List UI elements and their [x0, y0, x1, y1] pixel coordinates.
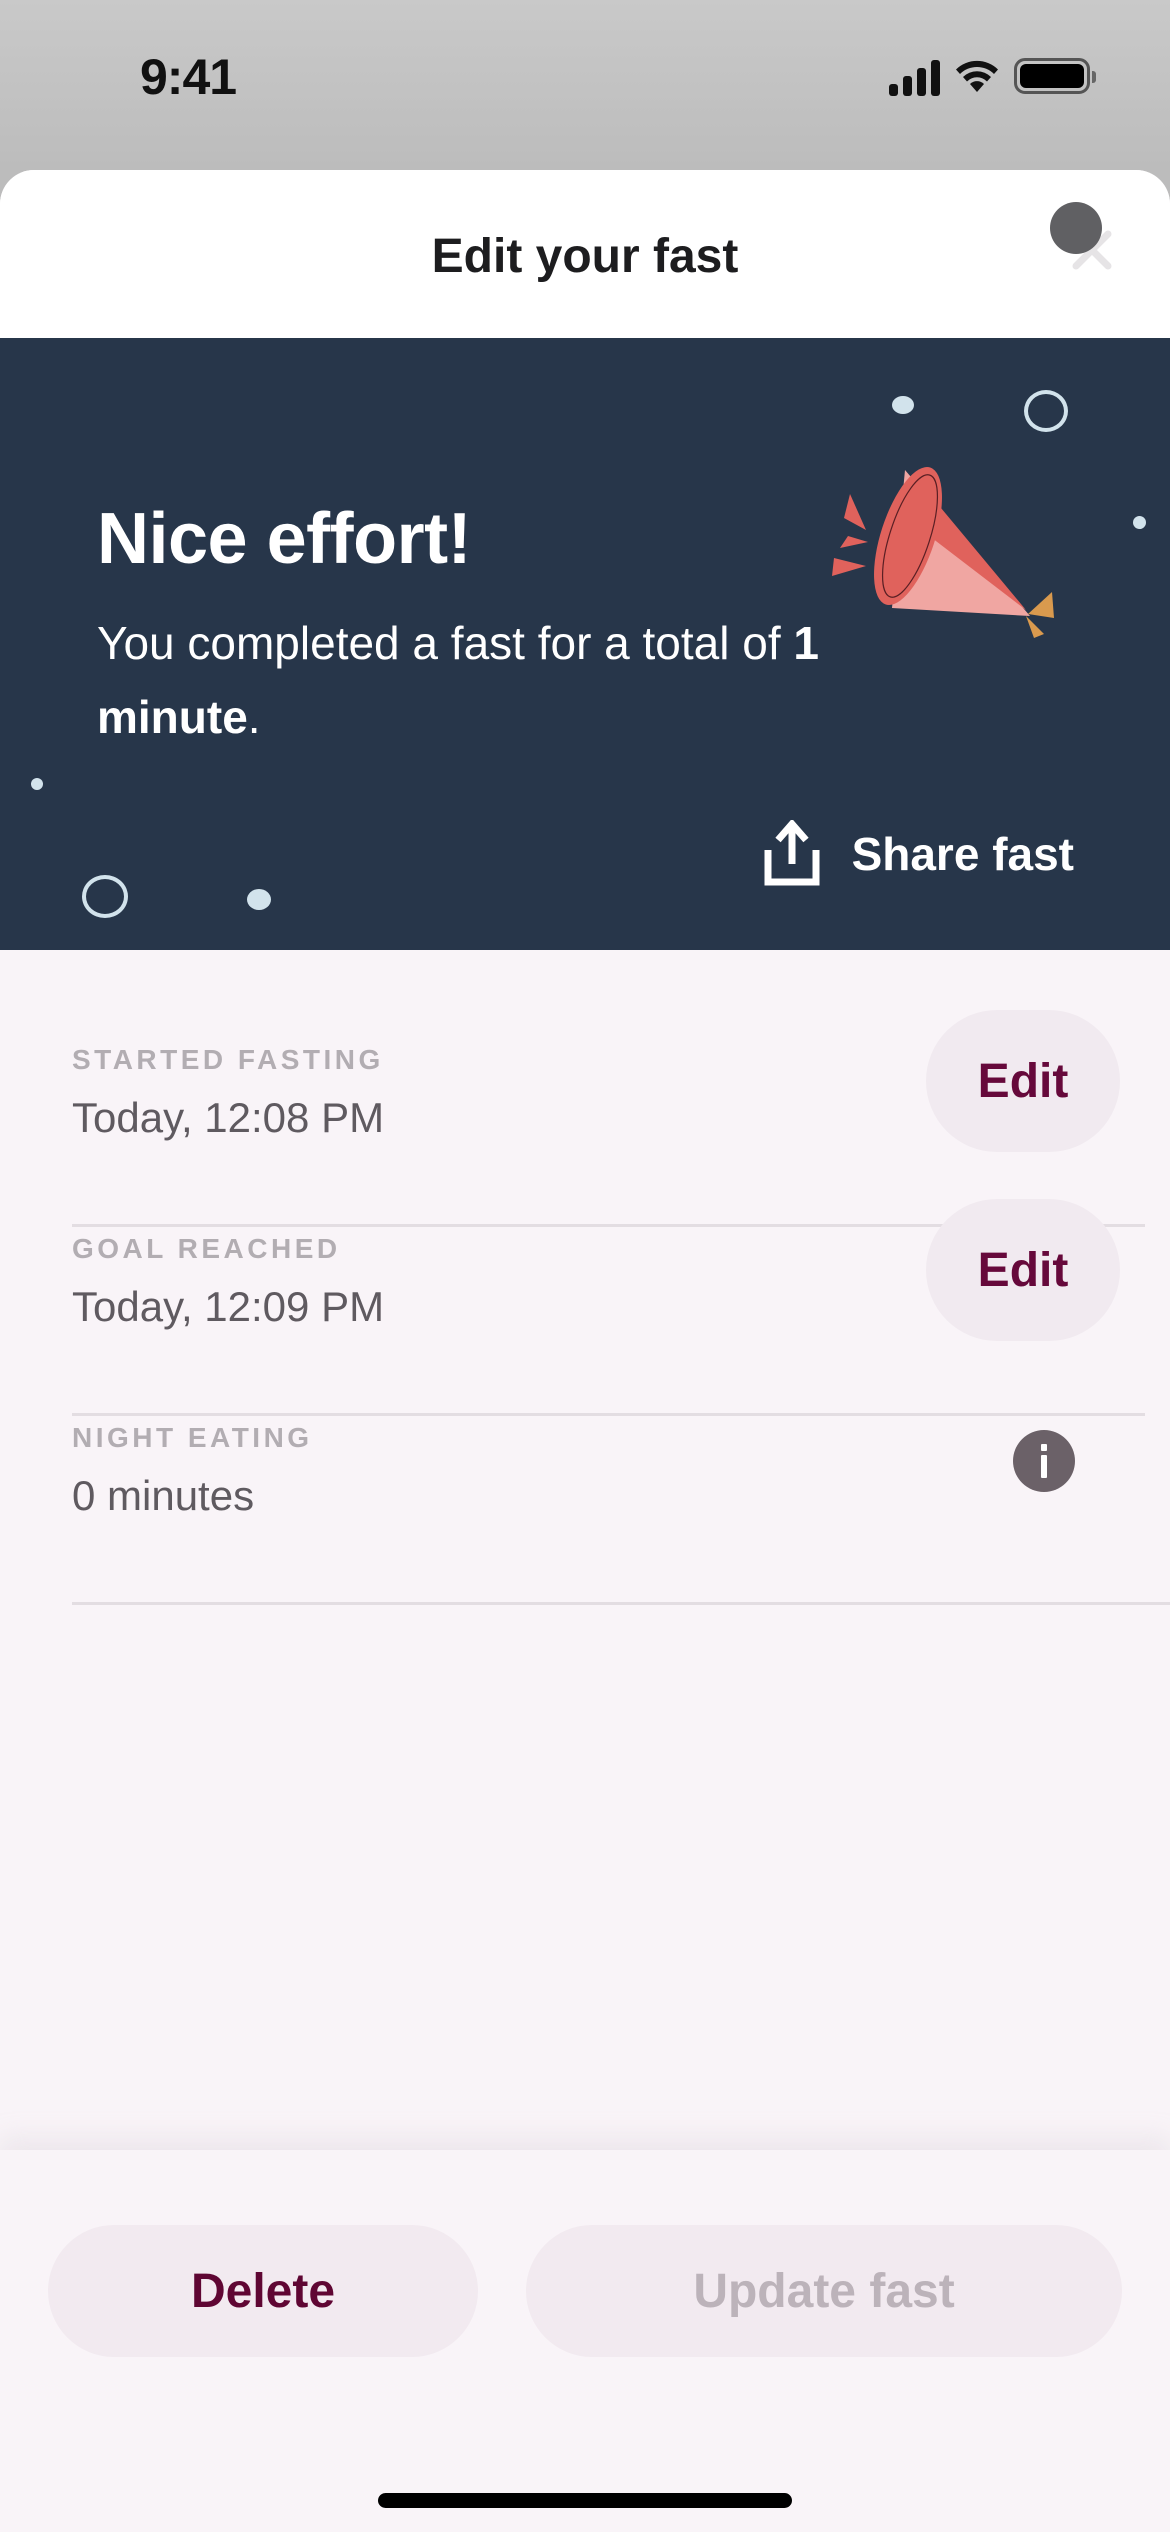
status-bar: 9:41: [0, 0, 1170, 170]
banner-title: Nice effort!: [97, 499, 472, 579]
edit-start-button[interactable]: Edit: [926, 1010, 1120, 1152]
cellular-signal-icon: [889, 56, 940, 96]
update-fast-button[interactable]: Update fast: [526, 2225, 1122, 2357]
bottom-action-bar: Delete Update fast: [0, 2150, 1170, 2532]
battery-icon: [1014, 58, 1096, 94]
fast-details-list: STARTED FASTING Today, 12:08 PM Edit GOA…: [0, 950, 1170, 1605]
share-fast-button[interactable]: Share fast: [762, 820, 1074, 888]
row-label: GOAL REACHED: [72, 1233, 341, 1264]
confetti-dot: [892, 396, 914, 414]
confetti-ring: [82, 875, 128, 918]
list-item-started-fasting: STARTED FASTING Today, 12:08 PM Edit: [72, 1010, 1145, 1227]
confetti-dot: [247, 889, 271, 910]
edit-fast-sheet: Edit your fast Nice effort! You complete…: [0, 170, 1170, 2532]
touch-indicator: [1050, 202, 1102, 254]
delete-button[interactable]: Delete: [48, 2225, 478, 2357]
wifi-icon: [956, 60, 998, 92]
row-value: 0 minutes: [72, 1472, 255, 1519]
row-label: STARTED FASTING: [72, 1044, 384, 1075]
confetti-dot: [31, 778, 43, 790]
confetti-dot: [1133, 516, 1146, 529]
message-text: You completed a fast for a total of: [97, 617, 794, 669]
row-value: Today, 12:08 PM: [72, 1094, 385, 1141]
banner-message: You completed a fast for a total of 1 mi…: [97, 606, 977, 754]
row-label: NIGHT EATING: [72, 1422, 313, 1453]
share-fast-label: Share fast: [851, 828, 1074, 880]
status-time: 9:41: [140, 49, 237, 105]
info-icon[interactable]: [1013, 1430, 1075, 1492]
row-value: Today, 12:09 PM: [72, 1283, 385, 1330]
edit-goal-button[interactable]: Edit: [926, 1199, 1120, 1341]
list-item-goal-reached: GOAL REACHED Today, 12:09 PM Edit: [72, 1199, 1145, 1416]
page-title: Edit your fast: [431, 229, 739, 283]
confetti-ring: [1024, 390, 1068, 432]
close-button[interactable]: [1050, 200, 1130, 290]
share-icon: [764, 820, 820, 886]
list-item-night-eating: NIGHT EATING 0 minutes: [72, 1416, 1170, 1605]
status-icons: [889, 56, 1096, 96]
completion-banner: Nice effort! You completed a fast for a …: [0, 338, 1170, 950]
home-indicator[interactable]: [378, 2493, 792, 2508]
sheet-header: Edit your fast: [0, 170, 1170, 338]
message-suffix: .: [247, 691, 261, 743]
